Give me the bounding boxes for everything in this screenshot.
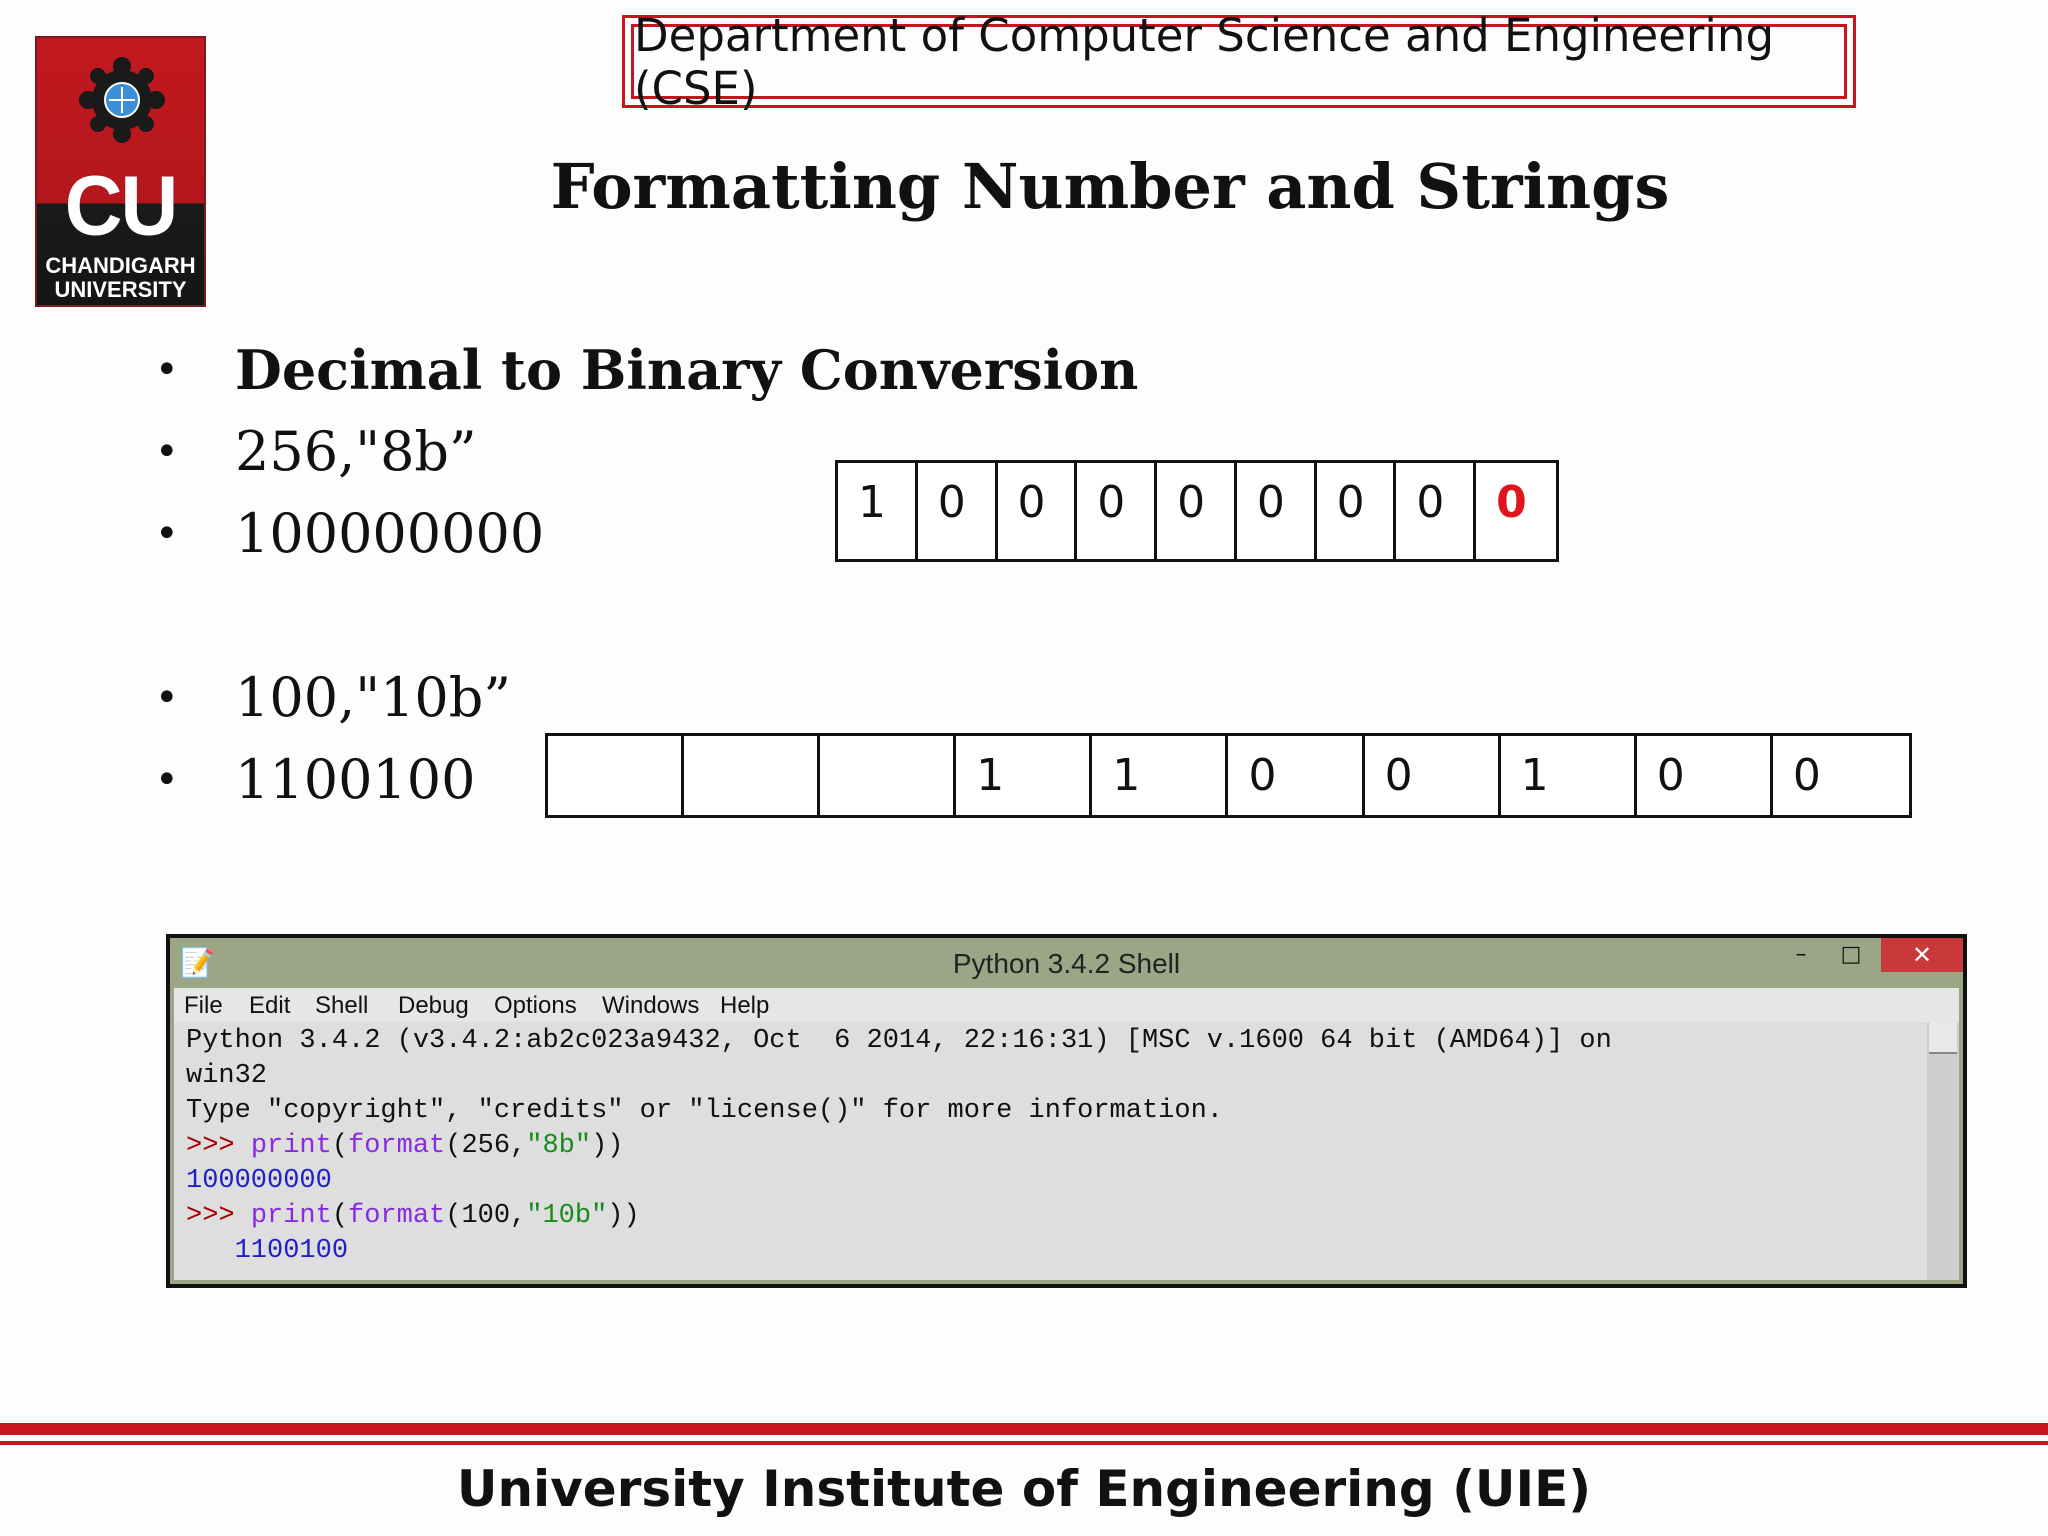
- binary-digit-cell: 0: [1637, 736, 1773, 815]
- wheel-emblem-icon: [79, 57, 165, 143]
- window-title: Python 3.4.2 Shell: [952, 948, 1181, 979]
- binary-digit-cell: 0: [1228, 736, 1365, 815]
- code-string: "10b": [526, 1201, 608, 1231]
- logo-university-name: CHANDIGARH UNIVERSITY: [45, 253, 196, 302]
- code-args: (256,: [445, 1131, 527, 1161]
- code-print: print: [250, 1131, 332, 1161]
- footer-institute: University Institute of Engineering (UIE…: [456, 1460, 1592, 1518]
- console-command-line: >>> print(format(256,"8b")): [186, 1129, 1927, 1164]
- binary-digit-cell: 0: [1157, 463, 1237, 559]
- code-end: )): [591, 1131, 624, 1161]
- binary-digit-cell: 1: [956, 736, 1093, 815]
- bullet-item: • 256,"8b”: [155, 412, 477, 492]
- university-logo: CU CHANDIGARH UNIVERSITY: [35, 36, 206, 307]
- menu-help[interactable]: Help: [720, 992, 769, 1020]
- binary-digit-cell: 0: [1496, 477, 1527, 528]
- code-args: (100,: [445, 1201, 527, 1231]
- console-output-line: 100000000: [186, 1166, 332, 1196]
- minimize-button[interactable]: –: [1779, 938, 1823, 972]
- bullet-text: 256,"8b”: [235, 420, 477, 483]
- binary-digit-cell: 0: [1792, 750, 1821, 801]
- python-shell-window: 📝 Python 3.4.2 Shell – □ ✕ File Edit She…: [166, 934, 1967, 1288]
- prompt: >>>: [186, 1201, 251, 1231]
- binary-digit-cell: 0: [998, 463, 1078, 559]
- code-format: format: [348, 1201, 446, 1231]
- binary-digit-cell: 1: [838, 463, 918, 559]
- menu-options[interactable]: Options: [494, 992, 577, 1020]
- console-command-line: >>> print(format(100,"10b")): [186, 1199, 1927, 1234]
- menu-bar: File Edit Shell Debug Options Windows He…: [174, 988, 1959, 1022]
- maximize-button[interactable]: □: [1829, 938, 1873, 972]
- binary-digit-cell: 1: [1501, 736, 1637, 815]
- binary-grid-256: 100000000: [835, 460, 1559, 562]
- window-titlebar[interactable]: 📝 Python 3.4.2 Shell – □ ✕: [170, 938, 1963, 988]
- prompt: >>>: [186, 1131, 251, 1161]
- console-output[interactable]: Python 3.4.2 (v3.4.2:ab2c023a9432, Oct 6…: [174, 1022, 1927, 1280]
- bullet-text: Decimal to Binary Conversion: [235, 338, 1139, 402]
- code-paren: (: [331, 1131, 349, 1161]
- menu-file[interactable]: File: [184, 992, 223, 1020]
- menu-debug[interactable]: Debug: [398, 992, 469, 1020]
- menu-windows[interactable]: Windows: [602, 992, 699, 1020]
- close-button[interactable]: ✕: [1881, 938, 1963, 972]
- scroll-up-arrow-icon[interactable]: [1929, 1022, 1957, 1054]
- code-print: print: [250, 1201, 332, 1231]
- department-name: Department of Computer Science and Engin…: [631, 9, 1847, 115]
- bullet-icon: •: [155, 347, 179, 393]
- bullet-icon: •: [155, 429, 179, 475]
- menu-shell[interactable]: Shell: [315, 992, 368, 1020]
- code-end: )): [607, 1201, 640, 1231]
- bullet-text: 100000000: [235, 502, 545, 565]
- bullet-text: 1100100: [235, 748, 476, 811]
- bullet-icon: •: [155, 675, 179, 721]
- binary-digit-cell: 0: [1317, 463, 1397, 559]
- bullet-icon: •: [155, 757, 179, 803]
- console-line: Type "copyright", "credits" or "license(…: [186, 1096, 1223, 1126]
- binary-digit-cell: 0: [1077, 463, 1158, 559]
- department-banner: Department of Computer Science and Engin…: [622, 9, 1856, 115]
- binary-grid-100: 1100100: [545, 733, 1912, 818]
- footer-divider-thin: [0, 1441, 2048, 1445]
- binary-digit-cell: [548, 736, 685, 815]
- code-format: format: [348, 1131, 446, 1161]
- logo-short-name: CU: [64, 158, 179, 253]
- footer-divider-thick: [0, 1423, 2048, 1435]
- bullet-text: 100,"10b”: [235, 666, 511, 729]
- vertical-scrollbar[interactable]: [1927, 1022, 1959, 1280]
- bullet-item: • Decimal to Binary Conversion: [155, 330, 1138, 411]
- binary-digit-cell: 1: [1092, 736, 1229, 815]
- console-line: win32: [186, 1061, 268, 1091]
- binary-digit-cell: [820, 736, 957, 815]
- bullet-item: • 1100100: [155, 740, 476, 820]
- slide-title: Formatting Number and Strings: [550, 150, 1670, 223]
- binary-digit-cell: 0: [1365, 736, 1501, 815]
- bullet-item: • 100000000: [155, 494, 544, 574]
- bullet-icon: •: [155, 511, 179, 557]
- binary-digit-cell: 0: [918, 463, 998, 559]
- bullet-item: • 100,"10b”: [155, 658, 511, 738]
- binary-digit-cell: [684, 736, 821, 815]
- binary-digit-cell: 0: [1237, 463, 1317, 559]
- binary-digit-cell: 0: [1396, 463, 1477, 559]
- menu-edit[interactable]: Edit: [249, 992, 290, 1020]
- console-line: Python 3.4.2 (v3.4.2:ab2c023a9432, Oct 6…: [186, 1026, 1612, 1056]
- console-output-line: 1100100: [186, 1236, 349, 1266]
- code-string: "8b": [526, 1131, 592, 1161]
- code-paren: (: [331, 1201, 349, 1231]
